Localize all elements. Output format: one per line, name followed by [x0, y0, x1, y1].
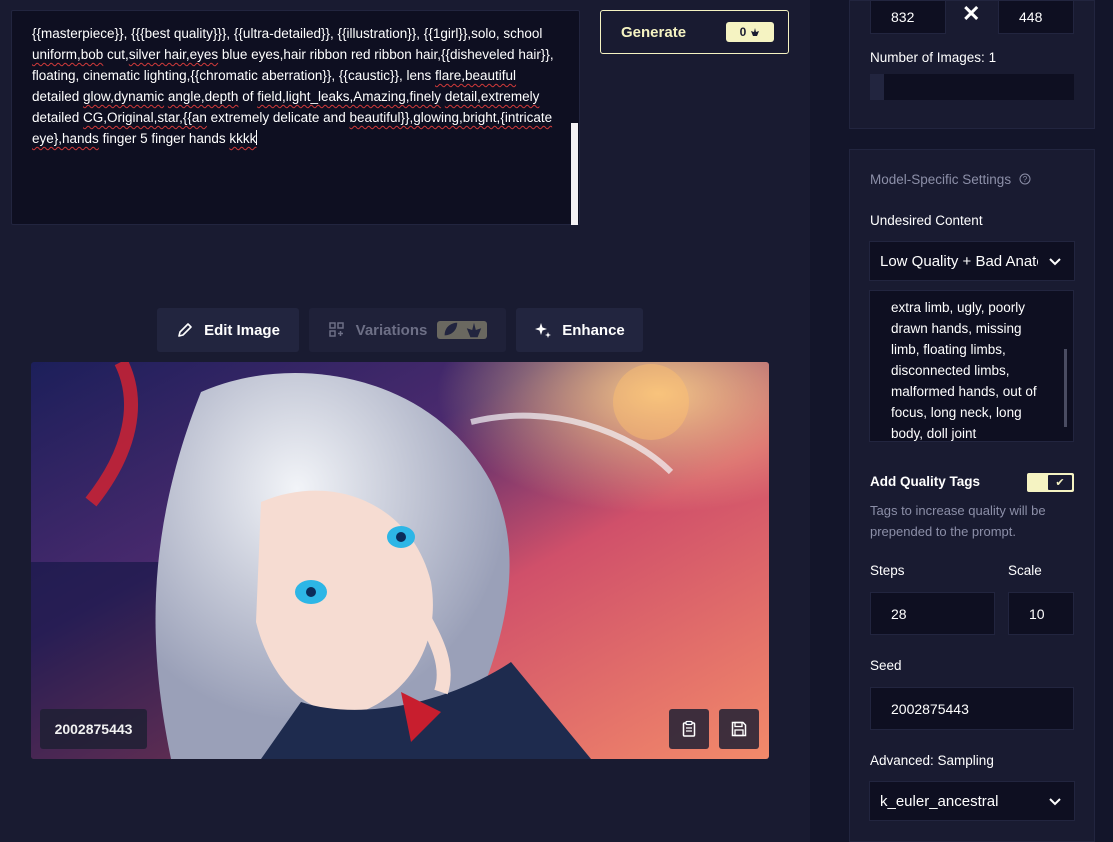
variations-button[interactable]: Variations: [309, 308, 506, 352]
model-settings-title: Model-Specific Settings ?: [870, 172, 1031, 187]
text-cursor: [256, 130, 258, 145]
prompt-text: {{masterpiece}}, {{{best quality}}}, {{u…: [32, 23, 557, 149]
svg-text:?: ?: [1023, 175, 1028, 184]
steps-value: 28: [891, 605, 907, 622]
steps-label: Steps: [870, 563, 905, 578]
prompt-scrollbar[interactable]: [571, 123, 578, 225]
undesired-scrollbar[interactable]: [1064, 349, 1067, 427]
anlas-cost: 0: [739, 25, 747, 39]
prompt-segment: glow,dynamic: [83, 89, 165, 104]
scale-input[interactable]: 10: [1008, 592, 1074, 635]
times-icon: ✕: [962, 1, 981, 26]
checkmark-icon: ✔: [1048, 475, 1072, 490]
undesired-content-text: extra limb, ugly, poorly drawn hands, mi…: [891, 300, 1037, 441]
width-value: 832: [891, 9, 915, 25]
anlas-icon: [751, 28, 760, 36]
copy-to-clipboard-button[interactable]: [669, 709, 709, 749]
enhance-label: Enhance: [562, 321, 625, 339]
sampling-label: Advanced: Sampling: [870, 753, 994, 768]
edit-image-button[interactable]: Edit Image: [157, 308, 299, 352]
prompt-segment: flare,beautiful: [435, 68, 517, 83]
prompt-segment: of: [238, 89, 258, 104]
undesired-preset-select[interactable]: Low Quality + Bad Anatomy: [869, 241, 1075, 281]
sparkle-icon: [535, 323, 552, 338]
seed-input[interactable]: 2002875443: [870, 687, 1074, 730]
prompt-segment: CG,Original,star,{{an: [83, 110, 207, 125]
width-input[interactable]: 832: [870, 0, 946, 34]
help-icon[interactable]: ?: [1019, 173, 1031, 185]
leaf-icon: [444, 322, 458, 336]
height-input[interactable]: 448: [998, 0, 1074, 34]
undesired-content-textarea[interactable]: extra limb, ugly, poorly drawn hands, mi…: [869, 290, 1074, 442]
height-value: 448: [1019, 9, 1043, 25]
quality-tags-label: Add Quality Tags: [870, 474, 981, 489]
prompt-segment: uniform,bob: [32, 47, 104, 62]
generate-label: Generate: [621, 23, 687, 41]
quality-tags-description: Tags to increase quality will be prepend…: [870, 503, 1046, 539]
steps-input[interactable]: 28: [870, 592, 995, 635]
main-area: {{masterpiece}}, {{{best quality}}}, {{u…: [0, 0, 810, 842]
sampling-value: k_euler_ancestral: [880, 792, 999, 810]
image-seed-label: 2002875443: [54, 721, 133, 737]
prompt-segment: finger 5 finger hands: [98, 131, 230, 146]
prompt-segment: kkkk: [229, 131, 257, 146]
prompt-segment: eye},hands: [32, 131, 99, 146]
save-image-button[interactable]: [719, 709, 759, 749]
model-settings-title-text: Model-Specific Settings: [870, 172, 1012, 187]
generated-image: [31, 362, 769, 759]
prompt-segment: silver hair,eyes: [128, 47, 219, 62]
anlas-icon: [467, 322, 482, 338]
anlas-cost-badge: 0: [726, 22, 774, 42]
prompt-segment: extremely delicate and: [206, 110, 350, 125]
prompt-segment: {{masterpiece}}, {{{best quality}}}, {{u…: [32, 26, 543, 41]
prompt-segment: cut,: [103, 47, 129, 62]
variations-icon: [328, 322, 344, 337]
chevron-down-icon: [1049, 258, 1061, 266]
generate-button[interactable]: Generate 0: [600, 10, 789, 54]
prompt-segment: angle,depth: [167, 89, 239, 104]
seed-label: Seed: [870, 658, 902, 673]
num-images-value: 1: [988, 50, 997, 65]
num-images-slider[interactable]: [870, 74, 1074, 100]
clipboard-icon: [682, 720, 696, 737]
prompt-segment: beautiful}},glowing,bright,{intricate: [349, 110, 553, 125]
sampling-select[interactable]: k_euler_ancestral: [869, 781, 1075, 821]
seed-value: 2002875443: [891, 700, 969, 717]
scale-value: 10: [1029, 605, 1045, 622]
prompt-segment: detailed: [32, 110, 84, 125]
scale-label: Scale: [1008, 563, 1042, 578]
generated-image-art: [31, 362, 769, 759]
pencil-icon: [178, 323, 192, 337]
prompt-segment: detail,extremely: [444, 89, 540, 104]
num-images-text: Number of Images:: [870, 50, 985, 65]
prompt-textarea[interactable]: {{masterpiece}}, {{{best quality}}}, {{u…: [11, 10, 580, 225]
variations-label: Variations: [355, 321, 428, 339]
num-images-slider-thumb[interactable]: [870, 74, 884, 100]
enhance-button[interactable]: Enhance: [516, 308, 643, 352]
prompt-segment: detailed: [32, 89, 84, 104]
num-images-label: Number of Images: 1: [870, 50, 996, 65]
chevron-down-icon: [1049, 798, 1061, 806]
quality-tags-toggle[interactable]: ✔: [1027, 473, 1074, 492]
edit-image-label: Edit Image: [204, 321, 280, 339]
undesired-preset-value: Low Quality + Bad Anatomy: [880, 252, 1038, 270]
undesired-content-label: Undesired Content: [870, 213, 983, 228]
variations-cost-badge: [437, 321, 488, 339]
save-icon: [731, 721, 747, 737]
prompt-segment: field,light_leaks,Amazing,finely: [257, 89, 442, 104]
image-seed-badge[interactable]: 2002875443: [40, 709, 147, 749]
